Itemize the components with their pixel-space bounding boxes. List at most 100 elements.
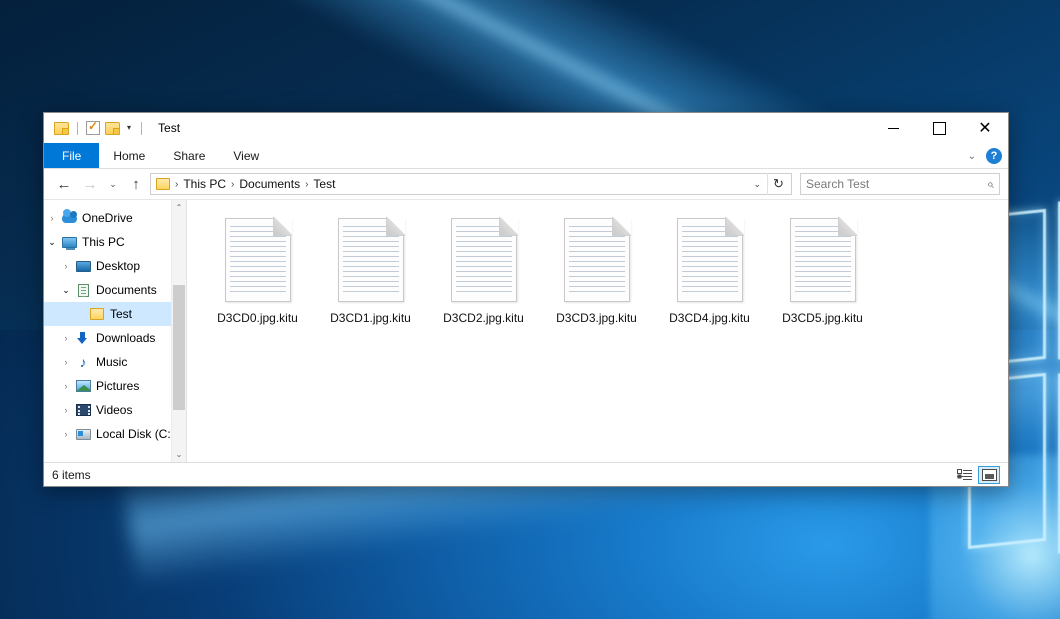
documents-icon: [74, 284, 92, 297]
sidebar-item-downloads[interactable]: › Downloads: [44, 326, 186, 350]
sidebar-item-label: Documents: [92, 283, 157, 297]
file-explorer-window: ▾ Test ✕ File Home Share View ⌄ ? ← →: [43, 112, 1009, 487]
sidebar-item-desktop[interactable]: › Desktop: [44, 254, 186, 278]
scroll-down-icon[interactable]: ⌄: [172, 447, 186, 462]
generic-document-icon: [225, 218, 291, 302]
new-folder-icon[interactable]: [105, 122, 120, 135]
sidebar-item-label: Downloads: [92, 331, 155, 345]
breadcrumb-separator: ›: [229, 179, 236, 190]
divider: [141, 122, 142, 135]
sidebar-item-label: Test: [106, 307, 132, 321]
file-name: D3CD0.jpg.kitu: [217, 311, 298, 325]
divider: [77, 122, 78, 135]
expander-icon[interactable]: ⌄: [58, 285, 74, 296]
quick-access-toolbar: ▾ Test: [44, 121, 180, 135]
scroll-up-icon[interactable]: ⌃: [172, 200, 186, 215]
scrollbar-thumb[interactable]: [173, 285, 185, 410]
sidebar-item-pictures[interactable]: › Pictures: [44, 374, 186, 398]
folder-icon[interactable]: [54, 122, 69, 135]
sidebar-item-label: Videos: [92, 403, 132, 417]
minimize-button[interactable]: [870, 113, 916, 143]
expander-icon[interactable]: ›: [58, 405, 74, 415]
file-name: D3CD2.jpg.kitu: [443, 311, 524, 325]
cloud-icon: [60, 213, 78, 223]
expander-icon[interactable]: ›: [58, 357, 74, 367]
sidebar-item-music[interactable]: › ♪ Music: [44, 350, 186, 374]
list-item[interactable]: D3CD3.jpg.kitu: [540, 214, 653, 336]
disk-icon: [74, 429, 92, 440]
title-bar: ▾ Test ✕: [44, 113, 1008, 143]
breadcrumb-folder-icon: [156, 178, 170, 190]
item-count: 6 items: [52, 468, 91, 482]
back-button[interactable]: ←: [52, 173, 76, 195]
list-item[interactable]: D3CD4.jpg.kitu: [653, 214, 766, 336]
search-icon[interactable]: ⌕: [987, 177, 994, 192]
expander-icon[interactable]: ›: [58, 381, 74, 391]
search-placeholder: Search Test: [806, 177, 987, 191]
sidebar-item-test[interactable]: Test: [44, 302, 186, 326]
tab-home[interactable]: Home: [99, 143, 159, 168]
tab-share[interactable]: Share: [159, 143, 219, 168]
large-icons-view-button[interactable]: [978, 466, 1000, 484]
breadcrumb-dropdown-icon[interactable]: ⌄: [747, 179, 767, 190]
file-name: D3CD3.jpg.kitu: [556, 311, 637, 325]
close-button[interactable]: ✕: [962, 113, 1008, 143]
sidebar-item-videos[interactable]: › Videos: [44, 398, 186, 422]
sidebar-item-label: Local Disk (C:): [92, 427, 175, 441]
recent-locations-button[interactable]: ⌄: [104, 173, 122, 195]
ribbon-right-controls: ⌄ ?: [968, 143, 1002, 169]
sidebar-item-documents[interactable]: ⌄ Documents: [44, 278, 186, 302]
generic-document-icon: [338, 218, 404, 302]
details-view-button[interactable]: [953, 466, 975, 484]
breadcrumb-item-documents[interactable]: Documents: [236, 177, 303, 191]
generic-document-icon: [677, 218, 743, 302]
sidebar-item-label: This PC: [78, 235, 125, 249]
sidebar-item-onedrive[interactable]: › OneDrive: [44, 206, 186, 230]
list-item[interactable]: D3CD2.jpg.kitu: [427, 214, 540, 336]
desktop-icon: [74, 261, 92, 272]
breadcrumb-item-test[interactable]: Test: [310, 177, 338, 191]
list-item[interactable]: D3CD1.jpg.kitu: [314, 214, 427, 336]
window-controls: ✕: [870, 113, 1008, 143]
tab-file[interactable]: File: [44, 143, 99, 168]
sidebar-item-local-disk[interactable]: › Local Disk (C:): [44, 422, 186, 446]
maximize-button[interactable]: [916, 113, 962, 143]
expander-icon[interactable]: ›: [58, 333, 74, 343]
address-bar: ← → ⌄ ↑ › This PC › Documents › Test ⌄ ↻…: [44, 169, 1008, 199]
generic-document-icon: [451, 218, 517, 302]
expander-icon[interactable]: ⌄: [44, 237, 60, 248]
file-list[interactable]: D3CD0.jpg.kitu D3CD1.jpg.kitu D3CD2.jpg.…: [187, 200, 1008, 462]
sidebar-item-label: OneDrive: [78, 211, 133, 225]
breadcrumb[interactable]: › This PC › Documents › Test ⌄ ↻: [150, 173, 792, 195]
expander-icon[interactable]: ›: [58, 261, 74, 271]
customize-caret-icon[interactable]: ▾: [125, 124, 133, 132]
desktop: ▾ Test ✕ File Home Share View ⌄ ? ← →: [0, 0, 1060, 619]
tab-view[interactable]: View: [219, 143, 273, 168]
videos-icon: [74, 404, 92, 416]
list-item[interactable]: D3CD0.jpg.kitu: [201, 214, 314, 336]
list-item[interactable]: D3CD5.jpg.kitu: [766, 214, 879, 336]
navigation-pane: › OneDrive ⌄ This PC › Desktop ⌄: [44, 200, 186, 462]
generic-document-icon: [564, 218, 630, 302]
file-name: D3CD1.jpg.kitu: [330, 311, 411, 325]
status-bar: 6 items: [44, 462, 1008, 486]
up-button[interactable]: ↑: [124, 173, 148, 195]
details-view-icon: [957, 469, 972, 480]
scrollbar-track[interactable]: [172, 215, 186, 447]
forward-button[interactable]: →: [78, 173, 102, 195]
sidebar-item-this-pc[interactable]: ⌄ This PC: [44, 230, 186, 254]
breadcrumb-item-this-pc[interactable]: This PC: [180, 177, 229, 191]
expander-icon[interactable]: ›: [58, 429, 74, 439]
chevron-down-icon[interactable]: ⌄: [968, 151, 976, 162]
window-body: › OneDrive ⌄ This PC › Desktop ⌄: [44, 199, 1008, 462]
view-buttons: [953, 466, 1000, 484]
refresh-icon[interactable]: ↻: [767, 173, 789, 195]
generic-document-icon: [790, 218, 856, 302]
properties-icon[interactable]: [86, 121, 100, 135]
help-icon[interactable]: ?: [986, 148, 1002, 164]
window-title: Test: [158, 121, 180, 135]
sidebar-scrollbar[interactable]: ⌃ ⌄: [171, 200, 186, 462]
search-input[interactable]: Search Test ⌕: [800, 173, 1000, 195]
expander-icon[interactable]: ›: [44, 213, 60, 223]
sidebar-item-label: Desktop: [92, 259, 140, 273]
